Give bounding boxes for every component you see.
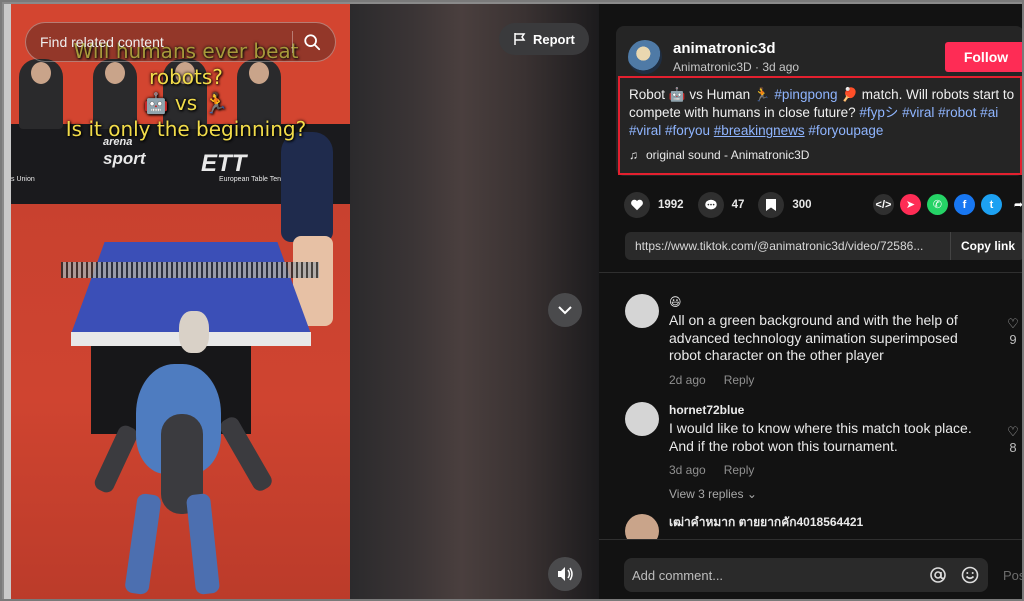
reply-button[interactable]: Reply	[724, 463, 755, 477]
emoji-icon[interactable]	[960, 565, 980, 585]
comment-meta: 2d ago Reply	[669, 373, 989, 387]
window-frame: arena sport ETT European Table Tennis s …	[0, 0, 1024, 601]
comment-time: 3d ago	[669, 463, 706, 477]
search-input[interactable]	[40, 34, 282, 50]
comment-text: All on a green background and with the h…	[669, 312, 958, 363]
comment-input[interactable]	[632, 567, 928, 583]
view-replies-label: View 3 replies	[669, 487, 744, 501]
comment-like[interactable]: ♡ 8	[1003, 424, 1022, 455]
heart-outline-icon: ♡	[1007, 316, 1019, 331]
author-meta: Animatronic3D · 3d ago	[673, 60, 800, 74]
embed-icon[interactable]: </>	[873, 194, 894, 215]
comment-meta: 3d ago Reply	[669, 463, 989, 477]
send-icon[interactable]: ➤	[900, 194, 921, 215]
next-video-button[interactable]	[548, 293, 582, 327]
share-arrow-icon[interactable]: ➦	[1008, 194, 1022, 215]
comment-avatar[interactable]	[625, 294, 659, 328]
comment-like-count: 9	[1009, 332, 1017, 347]
stats-row: 1992 47 300	[624, 192, 826, 218]
caption-line: 🤖 vs 🏃	[143, 91, 229, 115]
comment-username[interactable]: hornet72blue	[669, 402, 989, 418]
comment-body: 😃 All on a green background and with the…	[669, 294, 989, 387]
left-edge-strip	[4, 4, 11, 599]
follow-button[interactable]: Follow	[945, 42, 1022, 72]
video-area[interactable]: arena sport ETT European Table Tennis s …	[11, 4, 599, 599]
ad-text-union: s Union	[11, 176, 35, 183]
opponent-player	[281, 132, 333, 242]
save-stat[interactable]: 300	[758, 192, 812, 218]
info-panel: animatronic3d Animatronic3D · 3d ago Fol…	[599, 4, 1022, 599]
comment-like[interactable]: ♡ 9	[1003, 316, 1022, 347]
heart-outline-icon: ♡	[1007, 424, 1019, 439]
save-count: 300	[792, 199, 812, 211]
ad-text-european: European Table Tennis	[219, 176, 290, 183]
reply-button[interactable]: Reply	[724, 373, 755, 387]
caption-line: Is it only the beginning?	[65, 117, 307, 141]
report-button[interactable]: Report	[499, 23, 589, 55]
twitter-icon[interactable]: t	[981, 194, 1002, 215]
volume-icon	[558, 567, 573, 581]
comment-text: I would like to know where this match to…	[669, 420, 972, 454]
flag-icon	[514, 33, 526, 45]
comment-count: 47	[731, 199, 745, 211]
chevron-down-icon: ⌄	[746, 487, 757, 501]
video-player[interactable]: arena sport ETT European Table Tennis s …	[11, 4, 350, 599]
caption-line: robots?	[149, 65, 223, 89]
search-box[interactable]	[25, 22, 336, 62]
ad-text-sport: sport	[103, 149, 146, 168]
author-avatar[interactable]	[628, 40, 662, 74]
facebook-icon[interactable]: f	[954, 194, 975, 215]
comment-body: เฒ่าคำหมาก ตายยากคัก4018564421	[669, 514, 989, 530]
like-count: 1992	[658, 199, 684, 211]
like-stat[interactable]: 1992	[624, 192, 684, 218]
comment-time: 2d ago	[669, 372, 706, 387]
robot-head	[179, 311, 209, 353]
author-display-name: Animatronic3D	[673, 60, 752, 74]
search-separator	[292, 31, 293, 53]
copy-link-button[interactable]: Copy link	[949, 232, 1022, 260]
comment-username[interactable]: 😃	[669, 294, 989, 310]
report-label: Report	[533, 31, 575, 47]
ad-text-ett: ETT	[201, 150, 247, 177]
comment-input-wrap[interactable]	[624, 558, 988, 592]
comment-bar: Post	[599, 539, 1022, 599]
mention-icon[interactable]	[928, 565, 948, 585]
comment-stat[interactable]: 47	[697, 192, 745, 218]
table-net	[61, 262, 319, 278]
link-row: https://www.tiktok.com/@animatronic3d/vi…	[625, 232, 1022, 260]
post-button[interactable]: Post	[1003, 568, 1022, 583]
comment-body: hornet72blue I would like to know where …	[669, 402, 989, 501]
search-icon[interactable]	[303, 33, 321, 51]
chevron-down-icon	[558, 306, 572, 315]
comment-avatar[interactable]	[625, 402, 659, 436]
comment-like-count: 8	[1009, 440, 1017, 455]
heart-icon	[624, 192, 650, 218]
view-replies-button[interactable]: View 3 replies ⌄	[669, 487, 989, 501]
highlight-box	[618, 76, 1022, 175]
video-link[interactable]: https://www.tiktok.com/@animatronic3d/vi…	[625, 239, 950, 253]
comment-username[interactable]: เฒ่าคำหมาก ตายยากคัก4018564421	[669, 514, 989, 530]
author-username[interactable]: animatronic3d	[673, 40, 776, 57]
volume-button[interactable]	[548, 557, 582, 591]
panel-divider	[599, 272, 1022, 273]
share-row: </> ➤ ✆ f t ➦	[873, 194, 1022, 215]
post-time: 3d ago	[762, 60, 800, 74]
bookmark-icon	[758, 192, 785, 218]
whatsapp-icon[interactable]: ✆	[927, 194, 948, 215]
comment-icon	[697, 192, 724, 218]
